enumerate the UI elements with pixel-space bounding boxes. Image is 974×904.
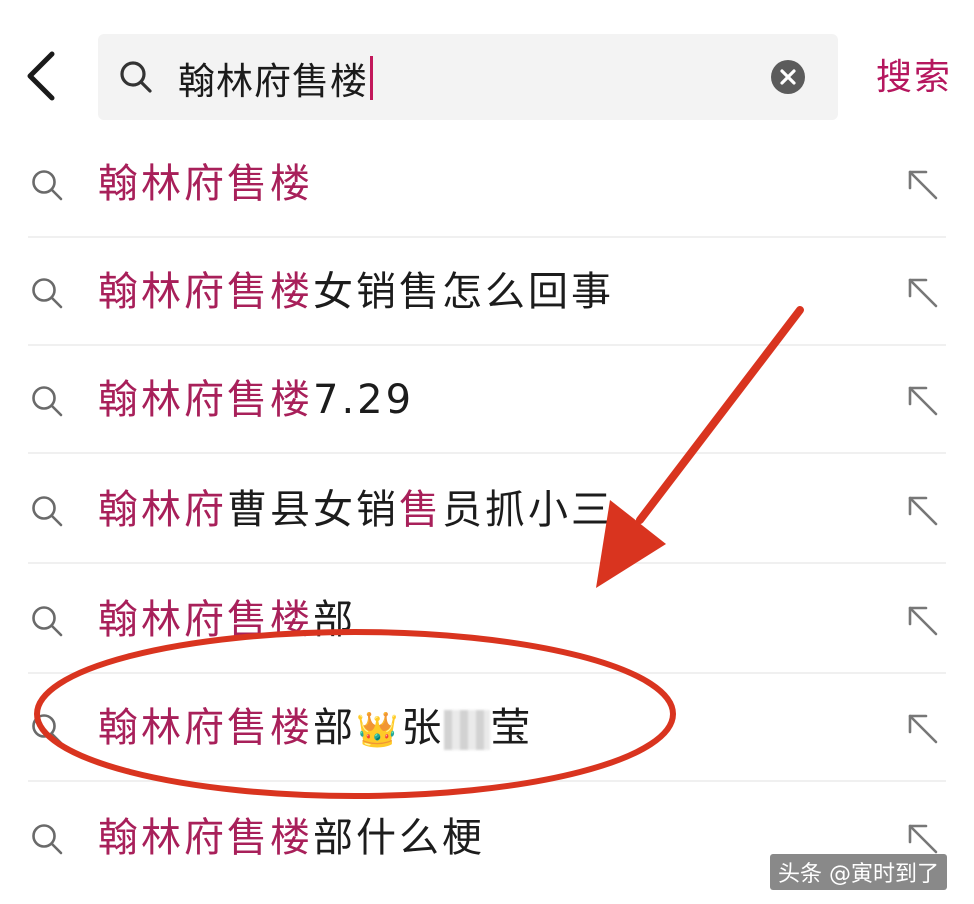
crown-icon: 👑 [356,710,402,750]
suggestion-match-text: 翰林府售楼 [98,705,313,751]
suggestion-match-text: 售 [399,487,442,533]
search-icon [120,61,152,93]
suggestion-match-text: 翰林府售楼 [98,269,313,315]
divider [28,780,946,782]
suggestion-item[interactable]: 翰林府售楼 [0,130,974,238]
suggestion-text: 翰林府售楼部什么梗 [98,810,485,866]
suggestion-rest-text: 张 [401,705,445,751]
suggestion-rest-text: 女销售怎么回事 [313,269,614,315]
clear-icon [780,69,796,85]
search-box[interactable]: 翰林府售楼 [98,34,838,120]
search-query-text: 翰林府售楼 [178,60,368,103]
suggestion-rest-text: 部 [313,705,356,751]
suggestion-item[interactable]: 翰林府售楼部👑张莹 [0,674,974,782]
clear-search-button[interactable] [771,60,805,94]
suggestion-text: 翰林府售楼7.29 [98,372,414,428]
fill-query-arrow-icon[interactable] [902,164,942,204]
back-button[interactable] [18,46,68,106]
search-icon [32,824,63,855]
divider [28,452,946,454]
suggestion-rest-text: 部 [313,597,356,643]
search-icon [32,170,63,201]
suggestion-item[interactable]: 翰林府售楼部 [0,566,974,674]
suggestion-match-text: 翰林府售楼 [98,815,313,861]
search-icon [32,386,63,417]
suggestion-match-text: 翰林府售楼 [98,377,313,423]
fill-query-arrow-icon[interactable] [902,600,942,640]
search-header: 翰林府售楼 搜索 [0,0,974,140]
search-submit-button[interactable]: 搜索 [876,48,952,100]
suggestion-match-text: 翰林府售楼 [98,597,313,643]
suggestion-match-text: 翰林府 [98,487,227,533]
suggestion-text: 翰林府曹县女销售员抓小三 [98,482,614,538]
suggestion-item[interactable]: 翰林府售楼7.29 [0,346,974,454]
suggestion-rest-text: 部什么梗 [313,815,485,861]
watermark: 头条 @寅时到了 [770,854,947,890]
search-icon [32,278,63,309]
suggestion-rest-text: 员抓小三 [442,487,614,533]
fill-query-arrow-icon[interactable] [902,272,942,312]
fill-query-arrow-icon[interactable] [902,380,942,420]
text-cursor [370,56,373,100]
search-icon [32,496,63,527]
suggestion-rest-text: 莹 [490,705,534,751]
suggestion-text: 翰林府售楼女销售怎么回事 [98,264,614,320]
back-arrow-icon [27,51,55,101]
suggestion-rest-text: 曹县女销 [227,487,399,533]
suggestion-item[interactable]: 翰林府曹县女销售员抓小三 [0,456,974,564]
suggestion-text: 翰林府售楼部👑张莹 [98,700,533,758]
fill-query-arrow-icon[interactable] [902,708,942,748]
suggestion-text: 翰林府售楼 [98,156,313,212]
divider [28,562,946,564]
search-icon [32,714,63,745]
search-icon [32,606,63,637]
fill-query-arrow-icon[interactable] [902,818,942,858]
suggestion-match-text: 翰林府售楼 [98,161,313,207]
fill-query-arrow-icon[interactable] [902,490,942,530]
suggestion-text: 翰林府售楼部 [98,592,356,648]
blurred-censor [444,710,491,750]
search-input[interactable]: 翰林府售楼 [178,50,373,106]
suggestion-item[interactable]: 翰林府售楼女销售怎么回事 [0,238,974,346]
suggestion-rest-text: 7.29 [313,377,415,423]
